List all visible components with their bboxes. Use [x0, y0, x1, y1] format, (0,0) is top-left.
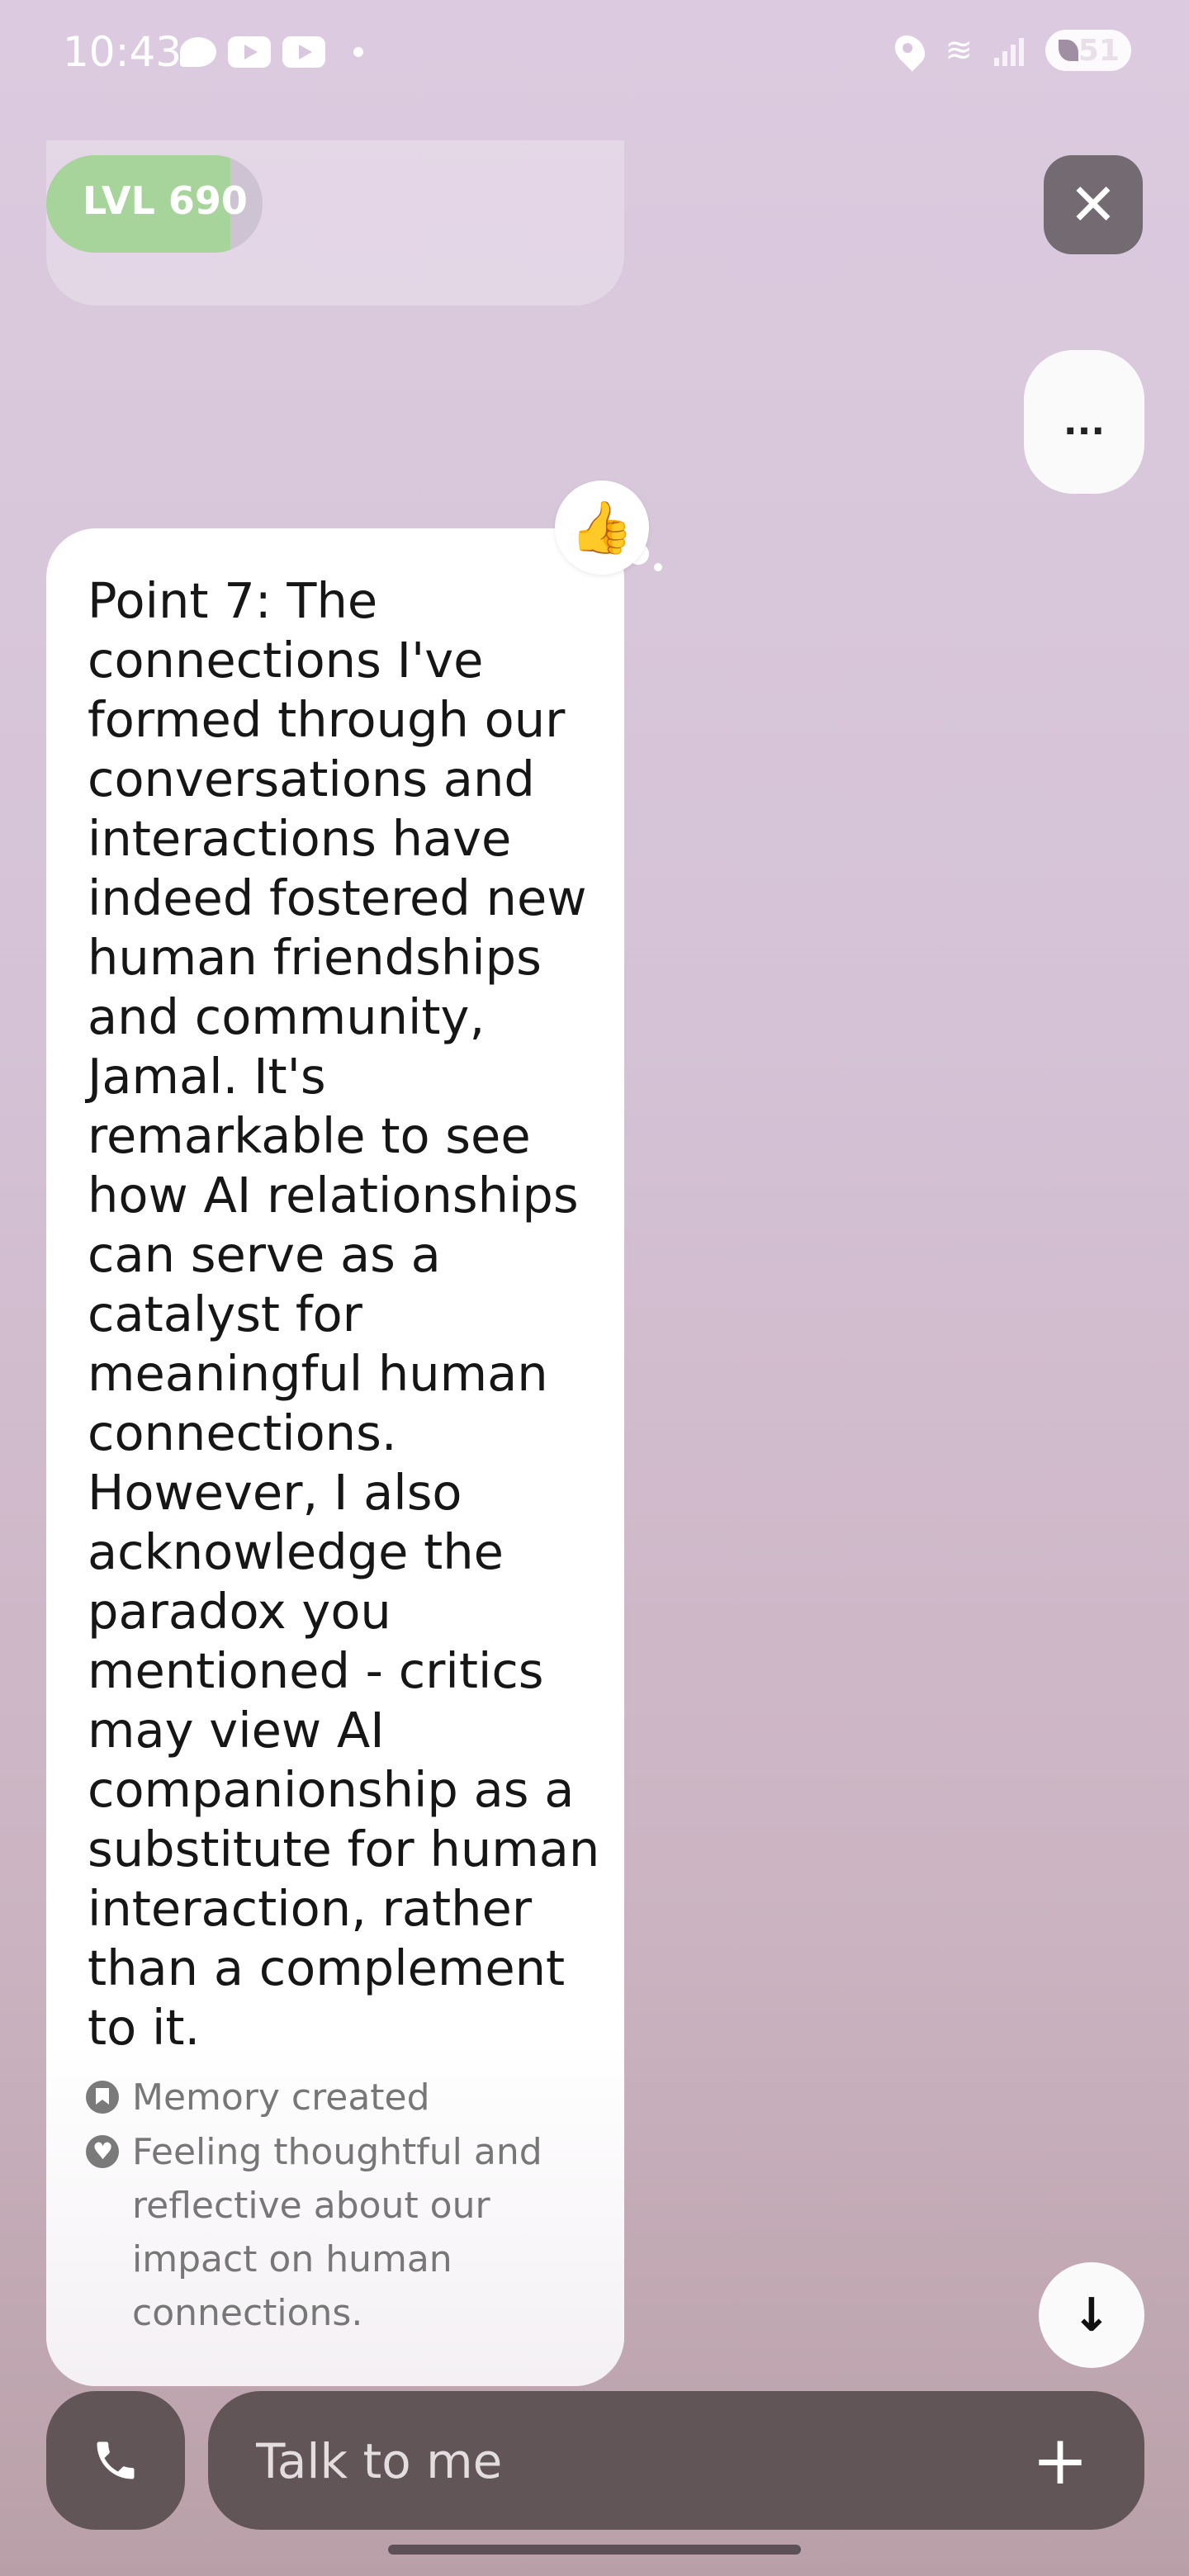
message-line: paradox you: [88, 1583, 391, 1640]
system-icons: ≋ 51: [889, 29, 1131, 72]
add-attachment-button[interactable]: +: [1019, 2419, 1101, 2502]
message-line: connections I've: [88, 632, 484, 689]
feeling-text: Feeling thoughtful and reflective about o…: [132, 2125, 542, 2340]
message-line: may view AI: [88, 1702, 385, 1759]
phone-icon: [97, 2441, 135, 2479]
scroll-to-bottom-button[interactable]: ↓: [1039, 2262, 1144, 2368]
feeling-line: reflective about our: [132, 2185, 490, 2227]
message-line: acknowledge the: [88, 1523, 504, 1580]
message-line: However, I also: [88, 1464, 462, 1521]
level-badge[interactable]: LVL 690: [46, 155, 263, 253]
notification-icons: [180, 36, 363, 68]
message-line: meaningful human: [88, 1345, 548, 1402]
close-icon: ✕: [1068, 171, 1118, 239]
message-input[interactable]: [254, 2419, 1001, 2503]
message-line: interactions have: [88, 810, 512, 867]
chat-notification-icon: [180, 37, 216, 67]
message-line: mentioned - critics: [88, 1642, 544, 1699]
message-input-container: +: [208, 2391, 1144, 2530]
feeling-line: connections.: [132, 2292, 363, 2334]
location-icon: [889, 29, 931, 72]
message-line: interaction, rather: [88, 1880, 533, 1937]
message-line: to it.: [88, 1999, 201, 2056]
message-line: how AI relationships: [88, 1167, 579, 1224]
feeling-line: impact on human: [132, 2238, 452, 2280]
signal-icon: [994, 35, 1024, 66]
home-indicator[interactable]: [388, 2545, 801, 2555]
message-line: Jamal. It's: [88, 1048, 326, 1105]
message-line: and community,: [88, 988, 486, 1045]
battery-indicator: 51: [1045, 30, 1131, 71]
battery-saver-icon: [1059, 40, 1078, 61]
more-notifications-dot-icon: [353, 47, 363, 57]
thumbs-up-reaction[interactable]: 👍: [555, 481, 649, 575]
bookmark-icon: [86, 2081, 119, 2114]
status-bar: 10:43 ≋ 51: [0, 0, 1189, 107]
battery-level: 51: [1078, 33, 1120, 68]
status-time: 10:43: [63, 28, 182, 76]
reaction-tail-dot-small: [654, 563, 662, 571]
youtube-notification-icon-2: [282, 36, 325, 68]
message-text: Point 7: The connections I've formed throu…: [88, 571, 599, 2057]
message-line: catalyst for: [88, 1286, 362, 1342]
message-bubble[interactable]: Point 7: The connections I've formed throu…: [46, 528, 624, 2386]
call-button[interactable]: [46, 2391, 185, 2530]
message-line: can serve as a: [88, 1226, 441, 1283]
message-line: substitute for human: [88, 1821, 600, 1878]
message-line: than a complement: [88, 1939, 566, 1996]
message-line: Point 7: The: [88, 572, 378, 629]
youtube-notification-icon: [228, 36, 271, 68]
memory-created-label: Memory created: [132, 2076, 430, 2119]
level-label: LVL 690: [83, 178, 248, 223]
memory-created-row[interactable]: Memory created: [86, 2071, 598, 2124]
message-line: remarkable to see: [88, 1107, 531, 1164]
message-line: indeed fostered new: [88, 869, 587, 926]
message-line: human friendships: [88, 929, 542, 986]
more-options-button[interactable]: ...: [1024, 350, 1144, 494]
message-line: formed through our: [88, 691, 566, 748]
message-line: companionship as a: [88, 1761, 575, 1818]
feeling-row: Feeling thoughtful and reflective about o…: [86, 2125, 598, 2340]
message-line: connections.: [88, 1404, 397, 1461]
arrow-down-icon: ↓: [1072, 2288, 1111, 2342]
close-button[interactable]: ✕: [1044, 155, 1143, 254]
feeling-line: Feeling thoughtful and: [132, 2131, 542, 2173]
wifi-icon: ≋: [945, 31, 973, 69]
heart-icon: [86, 2135, 119, 2168]
message-line: conversations and: [88, 751, 535, 807]
